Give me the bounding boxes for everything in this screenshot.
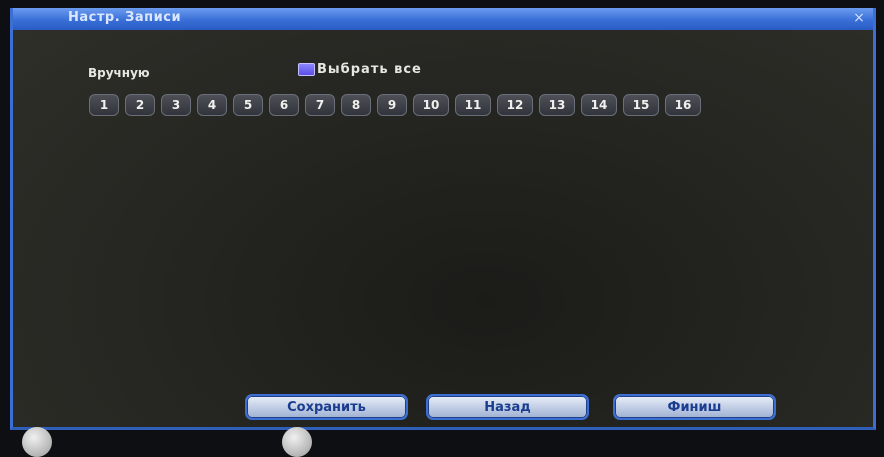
channel-button[interactable]: 12 — [497, 94, 533, 116]
channel-button[interactable]: 1 — [89, 94, 119, 116]
bezel-knob — [22, 427, 52, 457]
select-all-label: Выбрать все — [317, 62, 422, 77]
bezel-knob — [282, 427, 312, 457]
channel-button[interactable]: 14 — [581, 94, 617, 116]
channel-button[interactable]: 8 — [341, 94, 371, 116]
channel-button[interactable]: 5 — [233, 94, 263, 116]
window-title: Настр. Записи — [68, 10, 182, 25]
record-settings-dialog: Настр. Записи × Вручную Выбрать все 1 2 … — [10, 8, 876, 430]
channel-button[interactable]: 10 — [413, 94, 449, 116]
close-icon[interactable]: × — [851, 10, 867, 26]
title-bar: Настр. Записи × — [13, 8, 873, 30]
save-button[interactable]: Сохранить — [245, 394, 408, 420]
channel-buttons: 1 2 3 4 5 6 7 8 9 10 11 12 13 14 15 16 — [89, 94, 701, 116]
channel-button[interactable]: 2 — [125, 94, 155, 116]
channel-button[interactable]: 6 — [269, 94, 299, 116]
back-button[interactable]: Назад — [426, 394, 589, 420]
select-all-checkbox[interactable]: Выбрать все — [298, 62, 422, 77]
channel-button[interactable]: 4 — [197, 94, 227, 116]
channel-button[interactable]: 7 — [305, 94, 335, 116]
channel-button[interactable]: 13 — [539, 94, 575, 116]
channel-button[interactable]: 11 — [455, 94, 491, 116]
channel-button[interactable]: 3 — [161, 94, 191, 116]
checkbox-checked-icon[interactable] — [298, 63, 315, 76]
channel-button[interactable]: 15 — [623, 94, 659, 116]
record-mode-label: Вручную — [88, 66, 150, 80]
channel-button[interactable]: 9 — [377, 94, 407, 116]
finish-button[interactable]: Финиш — [613, 394, 776, 420]
channel-button[interactable]: 16 — [665, 94, 701, 116]
